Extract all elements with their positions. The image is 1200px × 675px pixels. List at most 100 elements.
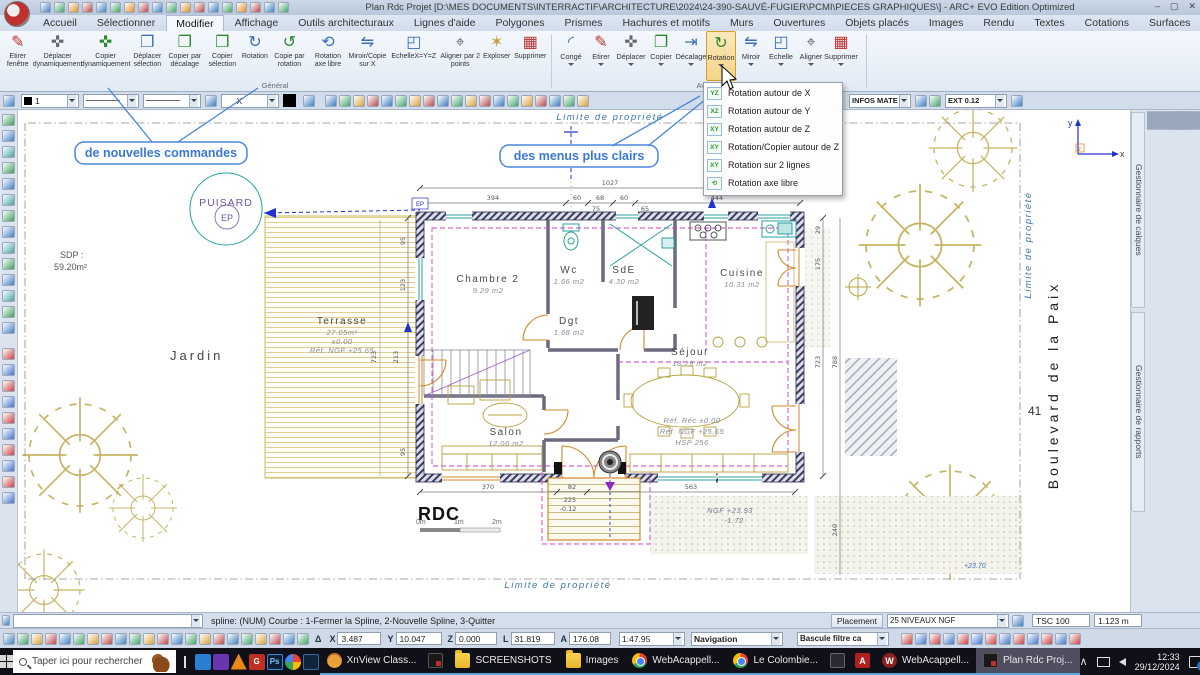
combo-arrow-icon[interactable] <box>127 94 136 107</box>
copier-button[interactable]: ❐ Copier <box>646 31 676 81</box>
qat-icon[interactable] <box>54 2 65 13</box>
snap-tool-icon[interactable] <box>185 632 197 645</box>
pinned-affinity[interactable] <box>302 648 319 675</box>
lineweight-icon[interactable] <box>205 94 217 107</box>
taskbar-task-le-colombie[interactable]: Le Colombie... <box>726 648 825 675</box>
tab-gestionnaire-rapports[interactable]: Gestionnaire de rapports <box>1131 312 1145 512</box>
tool-icon[interactable] <box>507 94 519 107</box>
combo-arrow-icon[interactable] <box>995 94 1004 107</box>
dropdown-caret-icon[interactable] <box>718 63 724 67</box>
aligner-button[interactable]: ⌖ Aligner <box>796 31 826 81</box>
tab-surfaces[interactable]: Surfaces <box>1140 15 1199 31</box>
taskbar-task-adobe[interactable]: A <box>849 648 875 675</box>
dropdown-caret-icon[interactable] <box>628 62 634 66</box>
qat-icon[interactable] <box>264 2 275 13</box>
tool-icon[interactable] <box>437 94 449 107</box>
snap-tool-icon[interactable] <box>129 632 141 645</box>
copier-selection-button[interactable]: ❐ Copier sélection <box>205 31 241 81</box>
snap-icon[interactable] <box>2 444 15 456</box>
qat-icon[interactable] <box>236 2 247 13</box>
tool-icon[interactable] <box>929 94 941 107</box>
snap-icon[interactable] <box>2 460 15 472</box>
tab-accueil[interactable]: Accueil <box>34 15 86 31</box>
miroir-button[interactable]: ⇋ Miroir <box>736 31 766 81</box>
tool-icon[interactable] <box>2 114 15 126</box>
miroir-copie-button[interactable]: ⇋ Miroir/Copie sur X <box>347 31 388 81</box>
combo-arrow-icon[interactable] <box>67 94 76 107</box>
command-input[interactable] <box>13 613 203 628</box>
tab-outils-architecturaux[interactable]: Outils architecturaux <box>289 15 403 31</box>
qat-icon[interactable] <box>180 2 191 13</box>
pinned-app[interactable] <box>212 648 229 675</box>
combo-arrow-icon[interactable] <box>673 632 682 645</box>
taskbar-task-images[interactable]: Images <box>558 648 626 675</box>
linetype-combo-2[interactable] <box>143 93 201 108</box>
snap-icon[interactable] <box>2 428 15 440</box>
view-tool-icon[interactable] <box>1027 632 1039 645</box>
snap-tool-icon[interactable] <box>213 632 225 645</box>
taskbar-task-webacappella-1[interactable]: WebAcappell... <box>625 648 727 675</box>
tool-icon[interactable] <box>2 290 15 302</box>
tool-icon[interactable] <box>2 130 15 142</box>
qat-icon[interactable] <box>68 2 79 13</box>
tool-icon[interactable] <box>535 94 547 107</box>
snap-icon[interactable] <box>2 364 15 376</box>
tab-textes[interactable]: Textes <box>1025 15 1073 31</box>
tab-objets-places[interactable]: Objets placés <box>836 15 918 31</box>
view-tool-icon[interactable] <box>985 632 997 645</box>
tool-icon[interactable] <box>2 306 15 318</box>
snap-icon[interactable] <box>2 380 15 392</box>
snap-icon[interactable] <box>2 412 15 424</box>
view-tool-icon[interactable] <box>1041 632 1053 645</box>
rotation-menu-button[interactable]: ↻ Rotation <box>706 31 736 81</box>
snap-tool-icon[interactable] <box>199 632 211 645</box>
etirer-fenetre-button[interactable]: ✎ Etirer fenêtre <box>2 31 34 81</box>
notification-icon[interactable]: 2 <box>1188 655 1200 671</box>
taskbar-task-screenshots[interactable]: SCREENSHOTS <box>448 648 559 675</box>
echelle-button[interactable]: ◰ Echelle <box>766 31 796 81</box>
taskbar-task-webacappella-2[interactable]: W WebAcappell... <box>874 648 977 675</box>
snap-tool-icon[interactable] <box>31 632 43 645</box>
distance-field[interactable]: 1.123 m <box>1094 614 1142 627</box>
view-tool-icon[interactable] <box>915 632 927 645</box>
deplacer-selection-button[interactable]: ❐ Déplacer sélection <box>130 31 166 81</box>
tool-icon[interactable] <box>521 94 533 107</box>
copie-par-rotation-button[interactable]: ↺ Copie par rotation <box>270 31 309 81</box>
combo-arrow-icon[interactable] <box>997 614 1006 627</box>
dropdown-caret-icon[interactable] <box>658 62 664 66</box>
level-icon[interactable] <box>1012 614 1024 627</box>
combo-arrow-icon[interactable] <box>189 94 198 107</box>
tab-murs[interactable]: Murs <box>721 15 762 31</box>
conge-button[interactable]: ◜ Congé <box>556 31 586 81</box>
echelle-xyz-button[interactable]: ◰ EchelleX=Y=Z <box>388 31 439 81</box>
scale-combo[interactable]: 1:47.95 <box>619 631 685 646</box>
dropdown-caret-icon[interactable] <box>748 62 754 66</box>
snap-icon[interactable] <box>2 492 15 504</box>
paint-bucket-icon[interactable] <box>303 94 315 107</box>
copier-par-decalage-button[interactable]: ❐ Copier par décalage <box>165 31 204 81</box>
view-tool-icon[interactable] <box>971 632 983 645</box>
zoom-out-icon[interactable] <box>563 94 575 107</box>
tsc-field[interactable]: TSC 100 <box>1032 614 1090 627</box>
snap-icon[interactable] <box>2 476 15 488</box>
snap-tool-icon[interactable] <box>59 632 71 645</box>
menu-item-rotation-x[interactable]: YZ Rotation autour de X <box>704 84 842 102</box>
tab-hachures[interactable]: Hachures et motifs <box>613 15 719 31</box>
tool-icon[interactable] <box>367 94 379 107</box>
qat-icon[interactable] <box>152 2 163 13</box>
niveau-combo[interactable]: 25 NIVEAUX NGF <box>887 613 1009 628</box>
qat-icon[interactable] <box>250 2 261 13</box>
tool-icon[interactable] <box>493 94 505 107</box>
copier-dynamiquement-button[interactable]: ✜ Copier dynamiquement <box>81 31 131 81</box>
snap-tool-icon[interactable] <box>255 632 267 645</box>
pinned-avg[interactable] <box>230 648 247 675</box>
task-view-icon[interactable] <box>183 655 186 668</box>
taskbar-task-arcplus[interactable] <box>423 648 449 675</box>
tool-icon[interactable] <box>2 226 15 238</box>
tray-chevron-icon[interactable]: ∧ <box>1080 655 1088 668</box>
deplacer-button[interactable]: ✜ Déplacer <box>616 31 646 81</box>
pinned-photos[interactable] <box>284 648 301 675</box>
snap-tool-icon[interactable] <box>171 632 183 645</box>
close-button[interactable]: ✕ <box>1188 1 1196 12</box>
taskbar-clock[interactable]: 12:33 29/12/2024 <box>1135 652 1180 672</box>
